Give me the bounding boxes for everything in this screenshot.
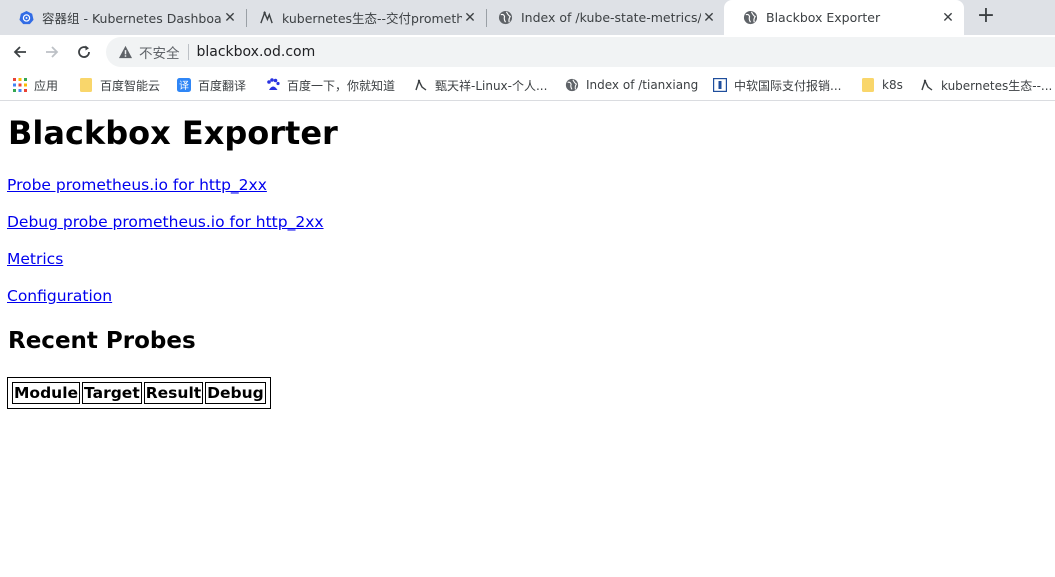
bookmark-label: 百度智能云 [100, 78, 161, 93]
bookmark-baidu-translate[interactable]: 译 百度翻译 [177, 76, 246, 94]
translate-icon: 译 [177, 78, 191, 92]
address-bar[interactable]: 不安全 blackbox.od.com [106, 37, 1055, 67]
bookmark-label: 百度一下，你就知道 [287, 78, 396, 93]
globe-icon [497, 10, 513, 26]
bookmark-apps[interactable]: 应用 [13, 76, 58, 94]
tab-title: Index of /kube-state-metrics/ [521, 10, 701, 25]
metrics-link[interactable]: Metrics [7, 250, 63, 268]
close-tab-icon[interactable]: ✕ [701, 10, 717, 26]
tab-blackbox-exporter[interactable]: Blackbox Exporter ✕ [724, 0, 964, 35]
column-header-debug: Debug [205, 382, 266, 404]
bookmark-linux-blog[interactable]: 甄天祥-Linux-个人... [414, 76, 547, 94]
baidu-paw-icon [266, 78, 280, 92]
close-tab-icon[interactable]: ✕ [222, 10, 238, 26]
bookmark-label: 甄天祥-Linux-个人... [435, 78, 548, 93]
url-text[interactable]: blackbox.od.com [197, 44, 316, 60]
bookmark-label: Index of /tianxiang [586, 78, 699, 92]
svg-text:译: 译 [179, 80, 189, 92]
column-header-result: Result [143, 382, 204, 404]
tab-kube-state-metrics[interactable]: Index of /kube-state-metrics/ ✕ [479, 0, 725, 35]
back-arrow-icon[interactable] [8, 40, 32, 64]
tab-title: 容器组 - Kubernetes Dashboard [42, 11, 222, 26]
tab-title: kubernetes生态--交付prometheus [282, 11, 462, 26]
close-tab-icon[interactable]: ✕ [462, 10, 478, 26]
debug-probe-link[interactable]: Debug probe prometheus.io for http_2xx [7, 213, 324, 231]
bookmark-baidu-cloud[interactable]: 百度智能云 [79, 76, 160, 94]
reload-icon[interactable] [72, 40, 96, 64]
bookmark-k8s[interactable]: k8s [861, 76, 903, 94]
bookmark-chinasoft-reimbursement[interactable]: 中软国际支付报销... [713, 76, 841, 94]
tab-title: Blackbox Exporter [766, 10, 881, 25]
blog-icon [920, 78, 934, 92]
folder-icon [861, 78, 875, 92]
tab-prometheus-blog[interactable]: kubernetes生态--交付prometheus ✕ [240, 0, 486, 35]
bookmark-label: 应用 [34, 78, 59, 93]
page-title: Blackbox Exporter [8, 114, 338, 152]
bookmark-label: k8s [882, 78, 903, 92]
omnibox-divider [187, 44, 189, 60]
bookmark-kubernetes-blog[interactable]: kubernetes生态--... [920, 76, 1052, 94]
column-header-module: Module [12, 382, 81, 404]
bookmark-label: 中软国际支付报销... [734, 78, 842, 93]
apps-grid-icon [13, 78, 27, 92]
kubernetes-icon [18, 10, 34, 26]
globe-icon [742, 10, 758, 26]
close-tab-icon[interactable]: ✕ [940, 10, 956, 26]
configuration-link[interactable]: Configuration [7, 287, 112, 305]
blog-icon [258, 10, 274, 26]
folder-icon [79, 78, 93, 92]
bookmark-label: kubernetes生态--... [941, 78, 1053, 93]
not-secure-label[interactable]: 不安全 [139, 42, 180, 62]
bookmark-index-tianxiang[interactable]: Index of /tianxiang [565, 76, 698, 94]
warning-triangle-icon[interactable] [117, 44, 133, 60]
page-content: Blackbox Exporter Probe prometheus.io fo… [0, 102, 1055, 577]
globe-icon [565, 78, 579, 92]
forward-arrow-icon[interactable] [40, 40, 64, 64]
recent-probes-heading: Recent Probes [8, 328, 196, 354]
browser-toolbar: 不安全 blackbox.od.com [0, 35, 1055, 69]
bookmark-baidu-search[interactable]: 百度一下，你就知道 [266, 76, 395, 94]
tab-kubernetes-dashboard[interactable]: 容器组 - Kubernetes Dashboard ✕ [0, 0, 246, 35]
bookmarks-bar: 应用 百度智能云 译 百度翻译 百度一下，你就知道 甄天祥-Linux-个人..… [0, 69, 1055, 101]
table-header-row: Module Target Result Debug [12, 382, 266, 404]
column-header-target: Target [82, 382, 142, 404]
bookmark-label: 百度翻译 [198, 78, 247, 93]
blog-icon [414, 78, 428, 92]
probe-link[interactable]: Probe prometheus.io for http_2xx [7, 176, 267, 194]
recent-probes-table: Module Target Result Debug [7, 377, 271, 409]
bookmark-icon [713, 78, 727, 92]
new-tab-plus-icon[interactable]: + [975, 5, 997, 28]
tab-strip: 容器组 - Kubernetes Dashboard ✕ kubernetes生… [0, 0, 1055, 35]
